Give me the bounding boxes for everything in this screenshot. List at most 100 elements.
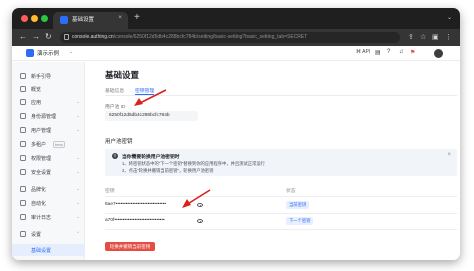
pool-id-value[interactable]: 6250f12d5db4c288bcfc784b xyxy=(109,113,170,118)
sidebar-item-label: 审计日志 xyxy=(31,215,52,221)
close-window-button[interactable] xyxy=(21,15,28,22)
url-host: console.authing.cn xyxy=(72,34,114,40)
key-icon xyxy=(20,155,26,161)
chevron-down-icon: ⌄ xyxy=(76,169,80,174)
app-header: 演示示例 ⌄ ⌘ API ▤ ? ♫ ⚑ xyxy=(12,46,460,61)
chevron-down-icon: ⌄ xyxy=(76,214,80,219)
workspace-switcher[interactable]: 演示示例 xyxy=(37,49,59,57)
sidebar-item-label: 安全设置 xyxy=(31,170,52,176)
rocket-icon xyxy=(20,73,26,79)
sidebar-item-label: 应用 xyxy=(31,100,42,106)
sidebar: 新手引导 概览 应用 ⌄ 身份源管理 ⌄ 用户管理 ⌄ 多租户 beta 权限管… xyxy=(12,62,85,260)
link-icon xyxy=(20,113,26,119)
secret-value: 6ae7•••••••••••••••••••••••••••••• xyxy=(105,202,167,207)
rotate-and-revoke-button[interactable]: 轮换并撤销当前密钥 xyxy=(105,242,155,251)
forward-arrow-icon[interactable]: → xyxy=(32,32,40,41)
tab-basic-info[interactable]: 基础信息 xyxy=(105,87,124,94)
share-icon[interactable]: ⇪ xyxy=(408,33,414,41)
table-divider xyxy=(105,196,457,197)
alert-step-1: 1、将密钥状态中的"下一个密钥"替换到你的应用程序中，并且测试正常运行 xyxy=(122,161,265,166)
status-badge: 当前密钥 xyxy=(286,201,310,209)
new-tab-button[interactable]: + xyxy=(134,12,140,23)
bell-icon[interactable]: ♫ xyxy=(399,49,404,55)
sidebar-item-label: 自动化 xyxy=(31,201,47,207)
sidebar-item-applications[interactable]: 应用 ⌄ xyxy=(12,96,85,108)
lock-icon xyxy=(64,34,69,40)
sidebar-item-branding[interactable]: 品牌化 ⌄ xyxy=(12,183,85,195)
palette-icon xyxy=(20,186,26,192)
maximize-window-button[interactable] xyxy=(41,15,48,22)
log-icon xyxy=(20,214,26,220)
sidebar-item-basic-settings[interactable]: 基础设置 xyxy=(12,244,85,256)
back-arrow-icon[interactable]: ← xyxy=(19,32,27,41)
document-icon[interactable]: ▤ xyxy=(375,49,381,56)
chevron-down-icon: ⌄ xyxy=(76,113,80,118)
lightning-icon xyxy=(20,200,26,206)
chevron-down-icon: ⌄ xyxy=(76,200,80,205)
table-divider xyxy=(105,229,457,230)
column-header-secret: 密钥 xyxy=(105,189,115,194)
chevron-down-icon[interactable]: ⌄ xyxy=(69,49,73,55)
status-badge: 下一个密钥 xyxy=(286,217,314,225)
sidebar-item-multi-tenant[interactable]: 多租户 beta xyxy=(12,138,85,150)
address-bar[interactable]: console.authing.cn/console/6250f12d5db4c… xyxy=(60,32,400,43)
chevron-up-icon: ⌃ xyxy=(76,231,80,236)
close-icon[interactable]: × xyxy=(447,152,451,158)
close-tab-icon[interactable]: × xyxy=(118,14,122,21)
dashboard-icon xyxy=(20,86,26,92)
sidebar-item-label: 新手引导 xyxy=(31,74,52,80)
info-icon: ! xyxy=(112,153,118,159)
extensions-icon[interactable]: ▣ xyxy=(432,33,439,41)
secret-value: a70f•••••••••••••••••••••••••••••• xyxy=(105,218,165,223)
shield-icon xyxy=(20,169,26,175)
eye-icon[interactable] xyxy=(197,219,203,223)
sidebar-item-permissions[interactable]: 权限管理 ⌄ xyxy=(12,152,85,164)
sidebar-item-label: 基础设置 xyxy=(31,248,52,254)
browser-window: 基础设置 × + ⌄ ← → ↻ console.authing.cn/cons… xyxy=(12,8,460,260)
sidebar-item-label: 多租户 xyxy=(31,142,47,148)
rotation-alert: ! 当你需要轮换用户池密钥时 1、将密钥状态中的"下一个密钥"替换到你的应用程序… xyxy=(105,149,457,176)
sidebar-item-users[interactable]: 用户管理 ⌄ xyxy=(12,124,85,136)
sidebar-item-identity-sources[interactable]: 身份源管理 ⌄ xyxy=(12,110,85,122)
avatar[interactable] xyxy=(434,49,443,58)
browser-tab[interactable]: 基础设置 × xyxy=(53,12,128,29)
table-divider xyxy=(105,213,457,214)
pool-id-label: 用户池 ID xyxy=(105,105,126,110)
sidebar-item-audit-logs[interactable]: 审计日志 ⌄ xyxy=(12,211,85,223)
help-icon[interactable]: ? xyxy=(387,49,390,55)
column-header-status: 状态 xyxy=(286,189,296,194)
annotation-arrow-icon xyxy=(134,89,167,106)
sidebar-item-security[interactable]: 安全设置 ⌄ xyxy=(12,166,85,178)
address-bar-url: console.authing.cn/console/6250f12d5db4c… xyxy=(72,34,307,40)
sidebar-item-label: 用户管理 xyxy=(31,128,52,134)
url-path: /console/6250f12d5db4c288bcfc784b/settin… xyxy=(113,34,308,40)
chevron-down-icon: ⌄ xyxy=(76,99,80,104)
sidebar-item-label: 身份源管理 xyxy=(31,114,57,120)
pool-id-field: 6250f12d5db4c288bcfc784b xyxy=(105,111,198,121)
page-title: 基础设置 xyxy=(105,70,140,80)
reload-icon[interactable]: ↻ xyxy=(45,32,52,41)
sidebar-item-getting-started[interactable]: 新手引导 xyxy=(12,70,85,82)
api-link[interactable]: ⌘ API xyxy=(356,49,370,55)
workspace-logo-icon xyxy=(26,49,34,57)
authing-favicon-icon xyxy=(60,16,68,24)
sidebar-item-label: 概览 xyxy=(31,87,42,93)
api-label: API xyxy=(362,49,371,55)
sidebar-item-settings[interactable]: 设置 ⌃ xyxy=(12,228,85,240)
browser-toolbar: ← → ↻ console.authing.cn/console/6250f12… xyxy=(12,29,460,46)
sidebar-item-label: 权限管理 xyxy=(31,156,52,162)
chevron-down-icon: ⌄ xyxy=(76,186,80,191)
alert-title: 当你需要轮换用户池密钥时 xyxy=(122,155,180,160)
sidebar-item-overview[interactable]: 概览 xyxy=(12,83,85,95)
browser-titlebar: 基础设置 × + ⌄ xyxy=(12,8,460,29)
language-flag-icon[interactable]: ⚑ xyxy=(410,49,415,56)
secret-section-title: 用户池密钥 xyxy=(105,139,133,145)
more-menu-icon[interactable]: ⋮ xyxy=(445,33,452,41)
tab-list-chevron-icon[interactable]: ⌄ xyxy=(447,14,452,21)
gear-icon xyxy=(20,231,26,237)
minimize-window-button[interactable] xyxy=(31,15,38,22)
sidebar-item-automation[interactable]: 自动化 ⌄ xyxy=(12,197,85,209)
chevron-down-icon: ⌄ xyxy=(76,155,80,160)
annotation-arrow-icon xyxy=(182,189,211,208)
star-icon[interactable]: ☆ xyxy=(420,33,426,41)
